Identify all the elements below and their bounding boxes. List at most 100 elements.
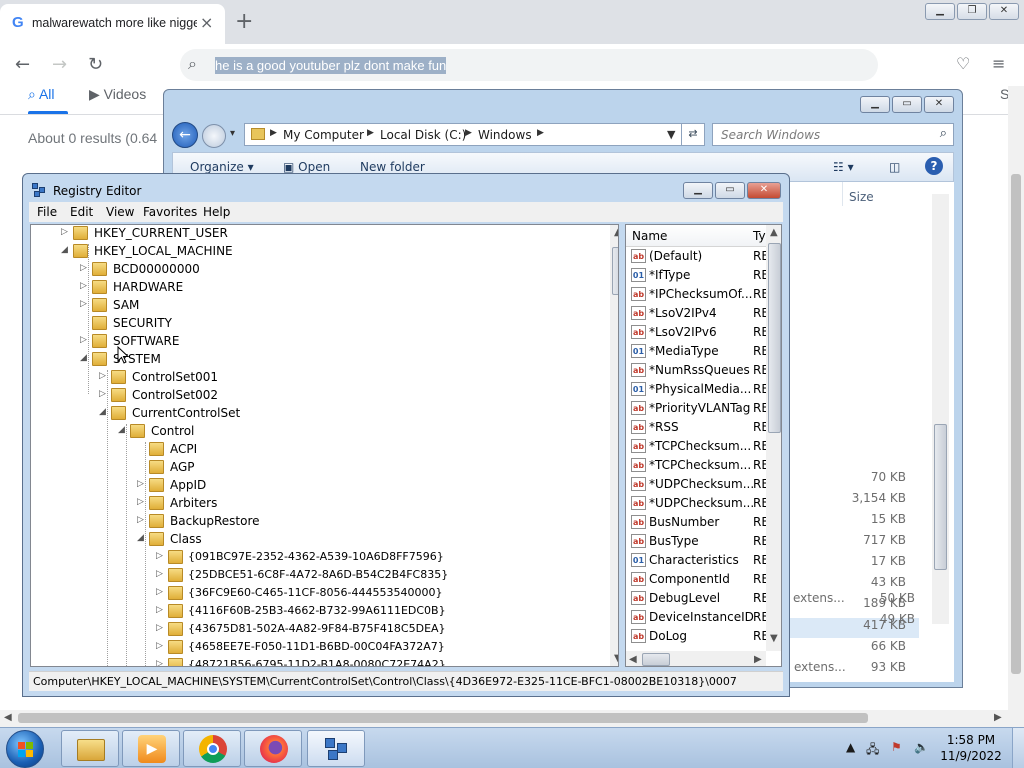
network-icon[interactable]: 🖧 [866, 740, 879, 761]
scroll-down-icon[interactable]: ▼ [614, 653, 618, 664]
show-desktop-button[interactable] [1012, 728, 1024, 768]
volume-icon[interactable]: 🔈 [914, 740, 929, 754]
explorer-scroll-thumb[interactable] [934, 424, 947, 570]
value-row[interactable]: 01 *MediaType RE [626, 342, 769, 361]
page-vertical-scrollbar[interactable] [1008, 86, 1024, 710]
explorer-maximize-button[interactable]: ▭ [892, 96, 922, 113]
value-row[interactable]: ab *LsoV2IPv6 RE [626, 323, 769, 342]
chrome-restore-button[interactable]: ❐ [957, 3, 987, 20]
tab-close-icon[interactable]: × [200, 13, 213, 32]
breadcrumb-windows[interactable]: Windows [478, 128, 532, 142]
taskbar-explorer-button[interactable] [61, 730, 119, 767]
help-icon[interactable]: ? [925, 157, 943, 175]
expand-icon[interactable]: ▷ [137, 497, 144, 507]
action-center-icon[interactable]: ⚑ [891, 740, 902, 754]
collapse-icon[interactable]: ◢ [61, 245, 68, 255]
expand-icon[interactable]: ▷ [156, 605, 163, 615]
tree-vertical-scrollbar[interactable]: ▲ ▼ [610, 225, 618, 666]
value-row[interactable]: ab *PriorityVLANTag RE [626, 399, 769, 418]
tree-scroll-thumb[interactable] [612, 247, 618, 295]
address-bar-text[interactable]: he is a good youtuber plz dont make fun [215, 57, 447, 74]
expand-icon[interactable]: ▷ [80, 335, 87, 345]
expand-icon[interactable]: ▷ [156, 569, 163, 579]
browser-tab[interactable]: G malwarewatch more like nigger × [0, 4, 225, 44]
scroll-right-icon[interactable]: ▶ [754, 654, 762, 665]
explorer-address-bar[interactable]: ▶ My Computer ▶ Local Disk (C:) ▶ Window… [244, 123, 704, 146]
value-row[interactable]: ab (Default) RE [626, 247, 769, 266]
column-header-name[interactable]: Name [632, 229, 667, 243]
page-horizontal-scrollbar[interactable]: ◀ ▶ [0, 710, 1024, 727]
taskbar-firefox-button[interactable] [244, 730, 302, 767]
explorer-search-box[interactable]: Search Windows ⌕ [712, 123, 954, 146]
forward-arrow-icon[interactable]: → [52, 54, 67, 75]
value-row[interactable]: ab DoLog RE [626, 627, 769, 646]
value-row[interactable]: ab *LsoV2IPv4 RE [626, 304, 769, 323]
explorer-vertical-scrollbar[interactable] [932, 194, 949, 624]
explorer-forward-button[interactable] [202, 124, 226, 148]
chevron-right-icon[interactable]: ▶ [465, 128, 472, 138]
taskbar-regedit-button[interactable] [307, 730, 365, 767]
value-row[interactable]: ab *UDPChecksum... RE [626, 494, 769, 513]
expand-icon[interactable]: ▷ [80, 299, 87, 309]
value-row[interactable]: 01 *IfType RE [626, 266, 769, 285]
expand-icon[interactable]: ▷ [99, 389, 106, 399]
pocket-icon[interactable]: ♡ [956, 54, 970, 73]
column-header-type[interactable]: Ty [753, 229, 766, 243]
menu-view[interactable]: View [106, 205, 134, 219]
menu-icon[interactable]: ≡ [992, 54, 1005, 73]
scroll-up-icon[interactable]: ▲ [770, 227, 778, 238]
scroll-left-icon[interactable]: ◀ [4, 712, 12, 723]
value-row[interactable]: ab ComponentId RE [626, 570, 769, 589]
values-scroll-thumb[interactable] [768, 243, 781, 433]
values-horizontal-scrollbar[interactable]: ◀ ▶ [626, 651, 766, 666]
value-row[interactable]: ab *TCPChecksum... RE [626, 456, 769, 475]
explorer-minimize-button[interactable]: ▁ [860, 96, 890, 113]
breadcrumb-local-disk[interactable]: Local Disk (C:) [380, 128, 466, 142]
start-button[interactable] [6, 730, 44, 768]
scroll-left-icon[interactable]: ◀ [629, 654, 637, 665]
value-row[interactable]: ab *NumRssQueues RE [626, 361, 769, 380]
menu-help[interactable]: Help [203, 205, 230, 219]
new-folder-button[interactable]: New folder [360, 160, 425, 174]
new-tab-button[interactable]: + [235, 9, 253, 34]
menu-edit[interactable]: Edit [70, 205, 93, 219]
breadcrumb-my-computer[interactable]: My Computer [283, 128, 364, 142]
page-scroll-thumb[interactable] [1011, 174, 1021, 674]
view-options-icon[interactable]: ☷ ▾ [833, 160, 854, 174]
chrome-close-button[interactable]: ✕ [989, 3, 1019, 20]
address-bar[interactable]: ⌕ he is a good youtuber plz dont make fu… [180, 49, 878, 81]
expand-icon[interactable]: ▷ [80, 281, 87, 291]
value-row[interactable]: 01 Characteristics RE [626, 551, 769, 570]
value-row[interactable]: ab *RSS RE [626, 418, 769, 437]
address-dropdown-icon[interactable]: ▼ [667, 128, 675, 141]
value-row[interactable]: ab *TCPChecksum... RE [626, 437, 769, 456]
value-row[interactable]: ab *UDPChecksum... RE [626, 475, 769, 494]
expand-icon[interactable]: ▷ [156, 641, 163, 651]
chevron-right-icon[interactable]: ▶ [367, 128, 374, 138]
expand-icon[interactable]: ▷ [137, 479, 144, 489]
values-hscroll-thumb[interactable] [642, 653, 670, 666]
collapse-icon[interactable]: ◢ [118, 425, 125, 435]
taskbar-media-player-button[interactable]: ▶ [122, 730, 180, 767]
regedit-minimize-button[interactable]: ▁ [683, 182, 713, 199]
collapse-icon[interactable]: ◢ [137, 533, 144, 543]
value-row[interactable]: ab DebugLevel RE [626, 589, 769, 608]
regedit-close-button[interactable]: ✕ [747, 182, 781, 199]
reload-icon[interactable]: ↻ [88, 54, 103, 75]
scroll-right-icon[interactable]: ▶ [994, 712, 1002, 723]
open-button[interactable]: ▣ Open [283, 160, 330, 174]
taskbar-chrome-button[interactable] [183, 730, 241, 767]
expand-icon[interactable]: ▷ [156, 623, 163, 633]
menu-favorites[interactable]: Favorites [143, 205, 197, 219]
value-row[interactable]: ab BusNumber RE [626, 513, 769, 532]
values-vertical-scrollbar[interactable]: ▲ ▼ [766, 225, 781, 651]
chevron-right-icon[interactable]: ▶ [537, 128, 544, 138]
collapse-icon[interactable]: ◢ [80, 353, 87, 363]
organize-button[interactable]: Organize ▾ [190, 160, 254, 174]
expand-icon[interactable]: ▷ [61, 227, 68, 237]
system-clock[interactable]: 1:58 PM 11/9/2022 [936, 732, 1006, 764]
chevron-right-icon[interactable]: ▶ [270, 128, 277, 138]
expand-icon[interactable]: ▷ [156, 551, 163, 561]
collapse-icon[interactable]: ◢ [99, 407, 106, 417]
value-row[interactable]: ab BusType RE [626, 532, 769, 551]
